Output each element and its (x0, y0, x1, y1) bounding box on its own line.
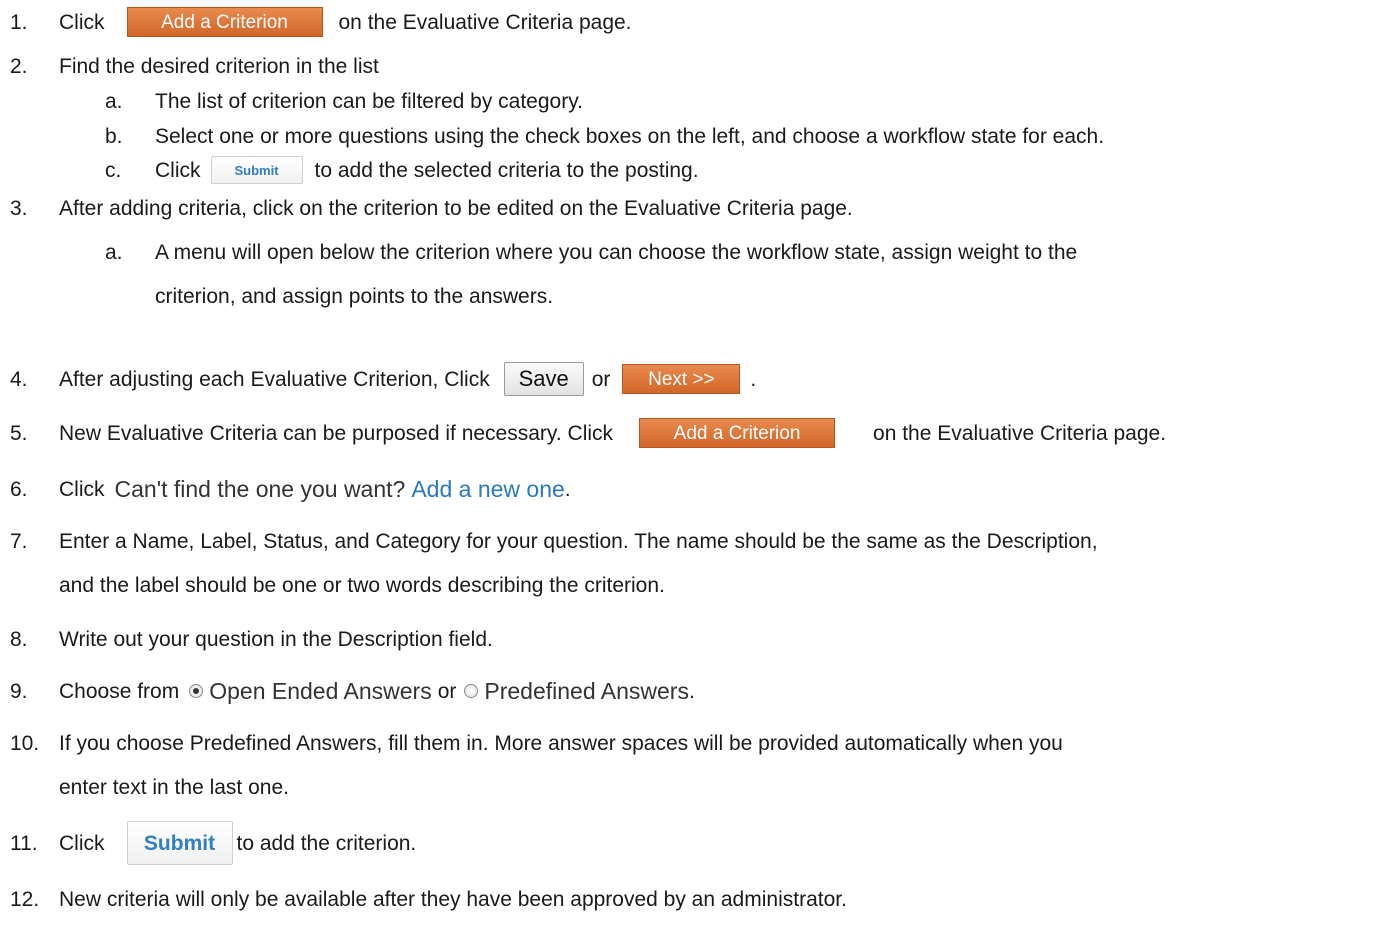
open-ended-answers-radio[interactable] (189, 684, 204, 698)
save-button[interactable]: Save (503, 362, 584, 396)
step-number: 11. (10, 831, 38, 855)
step-text: criterion, and assign points to the answ… (155, 284, 554, 308)
step-text: to add the selected criteria to the post… (314, 158, 699, 182)
step-number: 3. (10, 196, 28, 220)
next-button[interactable]: Next >> (622, 364, 741, 394)
open-ended-answers-label: Open Ended Answers (209, 677, 432, 704)
add-a-new-one-link[interactable]: Add a new one (411, 477, 564, 501)
step-text: New Evaluative Criteria can be purposed … (59, 421, 614, 445)
step-number: a. (105, 240, 123, 264)
step-text: The list of criterion can be filtered by… (155, 89, 583, 113)
step-text: Find the desired criterion in the list (59, 54, 379, 78)
cant-find-text: Can't find the one you want? (114, 475, 406, 502)
step-text: A menu will open below the criterion whe… (155, 240, 1078, 264)
step-text: . (750, 367, 757, 391)
step-text: on the Evaluative Criteria page. (338, 10, 632, 34)
step-text: on the Evaluative Criteria page. (873, 421, 1167, 445)
submit-button[interactable]: Submit (126, 821, 233, 865)
step-text: After adjusting each Evaluative Criterio… (59, 367, 490, 391)
step-text: . (688, 679, 695, 703)
step-number: b. (105, 124, 123, 148)
step-number: 6. (10, 477, 28, 501)
step-text: New criteria will only be available afte… (59, 887, 847, 911)
step-text: Click (59, 477, 105, 501)
step-number: c. (105, 158, 122, 182)
step-text: and the label should be one or two words… (59, 573, 665, 597)
step-text: to add the criterion. (236, 831, 417, 855)
step-text: or (591, 367, 611, 391)
step-text: Write out your question in the Descripti… (59, 627, 493, 651)
step-number: 9. (10, 679, 28, 703)
step-text: Choose from (59, 679, 180, 703)
add-a-criterion-button[interactable]: Add a Criterion (639, 418, 836, 448)
step-number: a. (105, 89, 123, 113)
add-a-criterion-button[interactable]: Add a Criterion (126, 7, 323, 37)
submit-button[interactable]: Submit (210, 156, 303, 184)
step-number: 4. (10, 367, 28, 391)
step-text: Select one or more questions using the c… (155, 124, 1105, 148)
step-text: Click (155, 158, 201, 182)
step-number: 8. (10, 627, 28, 651)
step-number: 7. (10, 529, 28, 553)
step-text: Enter a Name, Label, Status, and Categor… (59, 529, 1098, 553)
instruction-document: 1. Click Add a Criterion on the Evaluati… (0, 0, 1394, 930)
step-number: 5. (10, 421, 28, 445)
predefined-answers-radio[interactable] (464, 684, 479, 698)
step-text: enter text in the last one. (59, 775, 289, 799)
step-number: 10. (10, 731, 40, 755)
step-text: Click (59, 10, 105, 34)
predefined-answers-label: Predefined Answers (484, 677, 689, 704)
step-number: 1. (10, 10, 28, 34)
step-number: 12. (10, 887, 40, 911)
step-text: After adding criteria, click on the crit… (59, 196, 853, 220)
step-text: . (564, 477, 571, 501)
step-text: If you choose Predefined Answers, fill t… (59, 731, 1063, 755)
step-text: Click (59, 831, 105, 855)
step-text: or (437, 679, 457, 703)
step-number: 2. (10, 54, 28, 78)
